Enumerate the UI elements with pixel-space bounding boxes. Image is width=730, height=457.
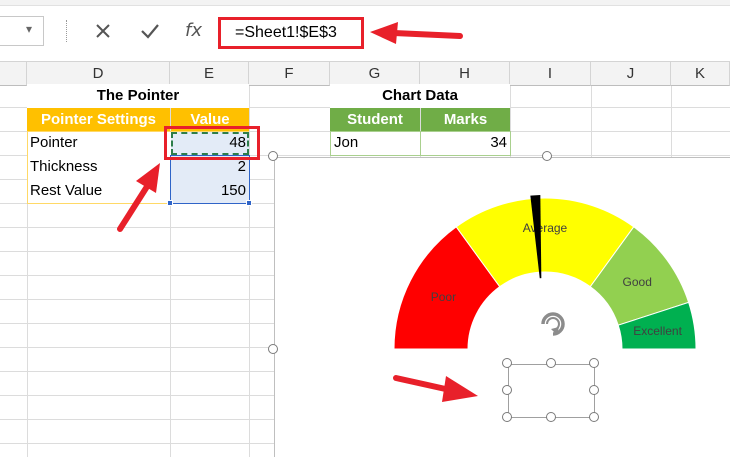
x-icon[interactable]: [95, 23, 111, 39]
shape-resize-handle[interactable]: [502, 412, 512, 422]
column-header-k[interactable]: K: [671, 62, 730, 86]
annotation-arrow-formula: [370, 22, 463, 44]
header-pointer-settings[interactable]: Pointer Settings: [27, 108, 170, 131]
fx-icon[interactable]: fx: [185, 20, 202, 41]
column-header-e[interactable]: E: [170, 62, 249, 86]
formula-input[interactable]: =Sheet1!$E$3: [218, 17, 364, 49]
gauge-label-good: Good: [623, 275, 652, 289]
name-box[interactable]: ▾: [0, 16, 44, 46]
shape-resize-handle[interactable]: [546, 358, 556, 368]
chart-resize-handle[interactable]: [268, 344, 278, 354]
header-student[interactable]: Student: [330, 108, 420, 131]
column-header-blank[interactable]: [0, 62, 27, 86]
chart-table-title[interactable]: Chart Data: [330, 84, 510, 108]
check-icon[interactable]: [140, 22, 160, 40]
header-marks[interactable]: Marks: [421, 108, 510, 131]
column-header-i[interactable]: I: [510, 62, 591, 86]
formula-text: =Sheet1!$E$3: [235, 24, 337, 41]
chart-resize-handle[interactable]: [542, 151, 552, 161]
annotation-arrow-shape: [393, 375, 478, 402]
gauge-label-poor: Poor: [431, 290, 456, 304]
marks-jon[interactable]: 34: [421, 131, 507, 155]
value-rest-value[interactable]: 150: [171, 179, 246, 203]
formula-bar-divider: [66, 20, 68, 42]
gauge-chart[interactable]: Poor Average Good Excellent: [274, 157, 730, 457]
row-label-pointer[interactable]: Pointer: [30, 131, 168, 155]
gauge-label-excellent: Excellent: [633, 324, 682, 338]
annotation-arrow-cell: [117, 163, 160, 232]
column-header-j[interactable]: J: [591, 62, 671, 86]
student-jon[interactable]: Jon: [334, 131, 418, 155]
shape-resize-handle[interactable]: [589, 412, 599, 422]
annotation-highlight-box: [164, 126, 260, 160]
formula-bar: ▾ fx =Sheet1!$E$3: [0, 0, 730, 62]
shape-resize-handle[interactable]: [589, 385, 599, 395]
shape-resize-handle[interactable]: [546, 412, 556, 422]
column-header-d[interactable]: D: [27, 62, 170, 86]
column-header-g[interactable]: G: [330, 62, 420, 86]
column-header-f[interactable]: F: [249, 62, 330, 86]
rotate-handle-icon[interactable]: [537, 309, 569, 339]
pointer-table-title[interactable]: The Pointer: [27, 84, 249, 108]
shape-resize-handle[interactable]: [502, 358, 512, 368]
chevron-down-icon[interactable]: ▾: [26, 22, 32, 36]
ribbon-edge: [0, 0, 730, 6]
shape-resize-handle[interactable]: [502, 385, 512, 395]
selection-handle[interactable]: [246, 200, 252, 206]
column-header-h[interactable]: H: [420, 62, 510, 86]
gauge-label-average: Average: [523, 221, 568, 235]
chart-resize-handle[interactable]: [268, 151, 278, 161]
selected-shape[interactable]: [508, 364, 595, 418]
shape-resize-handle[interactable]: [589, 358, 599, 368]
